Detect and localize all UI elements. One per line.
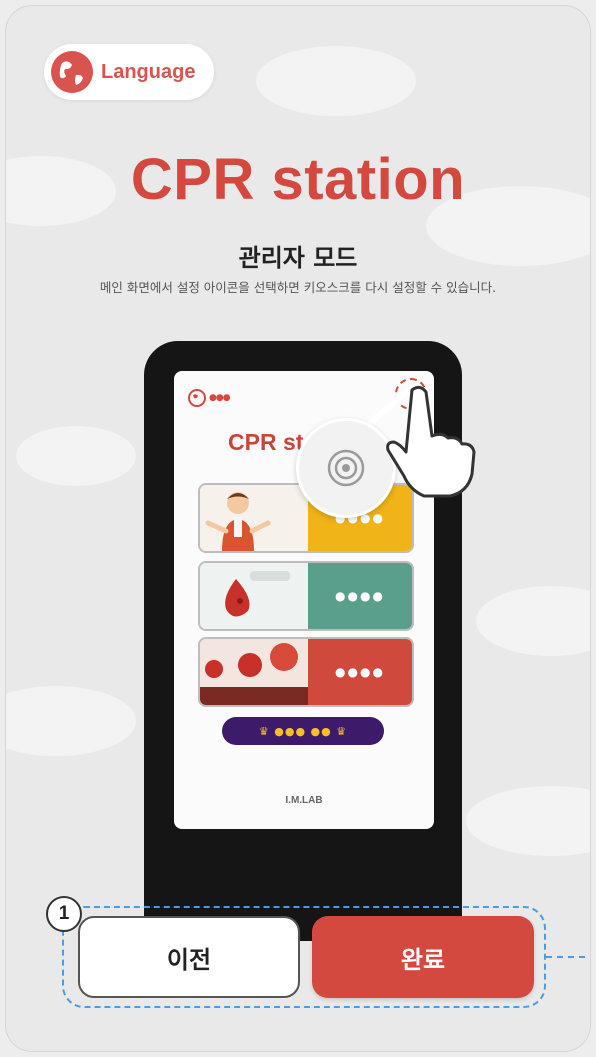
cpr-person-illustration: [200, 485, 310, 551]
hand-pointer-icon: [386, 385, 476, 498]
kiosk-logo-text: ●●●: [209, 393, 231, 403]
kiosk-logo: ●●●: [188, 389, 231, 407]
page-title: CPR station: [130, 147, 466, 212]
virus-illustration: [200, 639, 310, 705]
kiosk-card-3: ●●●●: [198, 637, 414, 707]
cloud-decoration: [466, 786, 590, 856]
mode-description: 메인 화면에서 설정 아이콘을 선택하면 키오스크를 다시 설정할 수 있습니다…: [99, 280, 497, 295]
cloud-decoration: [6, 686, 136, 756]
mode-subtitle: 관리자 모드: [238, 244, 358, 272]
cloud-decoration: [16, 426, 136, 486]
done-button[interactable]: 완료: [312, 916, 534, 998]
kiosk-brand-logo: I.M.LAB: [285, 795, 323, 806]
kiosk-ranking-button: ♛ ●●● ●● ♛: [222, 717, 384, 745]
language-button[interactable]: Language: [44, 44, 214, 100]
blood-drop-illustration: [200, 563, 310, 629]
step-number-badge: 1: [46, 896, 82, 932]
kiosk-card-3-label: ●●●●: [308, 639, 412, 705]
app-screen: Language CPR station 관리자 모드 메인 화면에서 설정 아…: [6, 6, 590, 1051]
kiosk-card-2: ●●●●: [198, 561, 414, 631]
language-label: Language: [101, 60, 196, 83]
kiosk-globe-icon: [188, 389, 206, 407]
kiosk-card-2-label: ●●●●: [308, 563, 412, 629]
kiosk-title: CPR st: [228, 429, 304, 455]
cloud-decoration: [476, 586, 590, 656]
globe-icon: [49, 49, 95, 95]
step-connector-line: [546, 956, 590, 958]
cloud-decoration: [256, 46, 416, 116]
prev-button[interactable]: 이전: [78, 916, 300, 998]
